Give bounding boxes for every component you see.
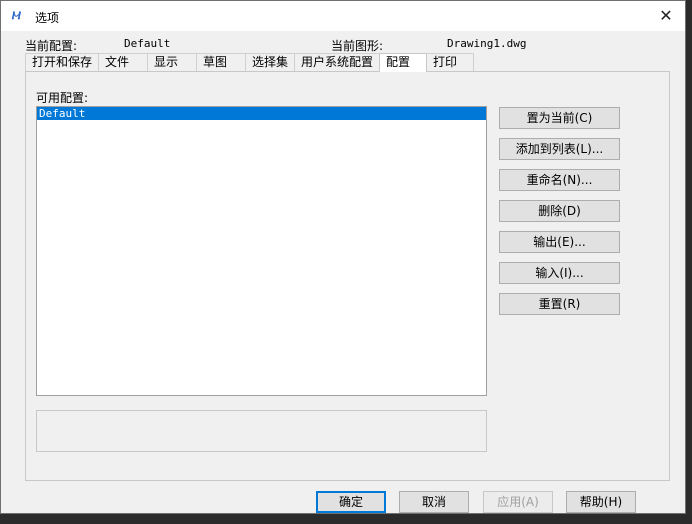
tab-drafting[interactable]: 草图 xyxy=(196,53,247,71)
tab-display[interactable]: 显示 xyxy=(147,53,198,71)
cancel-button[interactable]: 取消 xyxy=(399,491,469,513)
tab-user-preferences[interactable]: 用户系统配置 xyxy=(294,53,381,71)
delete-button[interactable]: 删除(D) xyxy=(499,200,620,222)
dialog-title: 选项 xyxy=(35,11,60,25)
current-drawing-label: 当前图形: xyxy=(331,39,384,53)
rename-button[interactable]: 重命名(N)... xyxy=(499,169,620,191)
tab-open-save[interactable]: 打开和保存 xyxy=(25,53,100,71)
profiles-listbox[interactable]: Default xyxy=(36,106,487,396)
close-icon[interactable]: ✕ xyxy=(655,5,677,27)
available-profiles-label: 可用配置: xyxy=(36,91,89,105)
import-button[interactable]: 输入(I)... xyxy=(499,262,620,284)
tab-selection[interactable]: 选择集 xyxy=(245,53,296,71)
reset-button[interactable]: 重置(R) xyxy=(499,293,620,315)
list-item[interactable]: Default xyxy=(37,107,486,120)
title-bar: Ⲙ 选项 ✕ xyxy=(1,1,685,31)
help-button[interactable]: 帮助(H) xyxy=(566,491,636,513)
options-dialog: Ⲙ 选项 ✕ 当前配置: Default 当前图形: Drawing1.dwg … xyxy=(0,0,686,514)
apply-button[interactable]: 应用(A) xyxy=(483,491,553,513)
add-to-list-button[interactable]: 添加到列表(L)... xyxy=(499,138,620,160)
tab-plot[interactable]: 打印 xyxy=(426,53,475,71)
set-current-button[interactable]: 置为当前(C) xyxy=(499,107,620,129)
tab-files[interactable]: 文件 xyxy=(98,53,149,71)
export-button[interactable]: 输出(E)... xyxy=(499,231,620,253)
profile-description-box xyxy=(36,410,487,452)
ok-button[interactable]: 确定 xyxy=(316,491,386,513)
current-drawing-value: Drawing1.dwg xyxy=(447,37,527,50)
tab-strip: 打开和保存 文件 显示 草图 选择集 用户系统配置 配置 打印 xyxy=(25,53,475,72)
current-profile-value: Default xyxy=(124,37,171,50)
tab-profiles[interactable]: 配置 xyxy=(379,53,428,72)
app-logo-icon: Ⲙ xyxy=(11,9,21,22)
current-profile-label: 当前配置: xyxy=(25,39,78,53)
